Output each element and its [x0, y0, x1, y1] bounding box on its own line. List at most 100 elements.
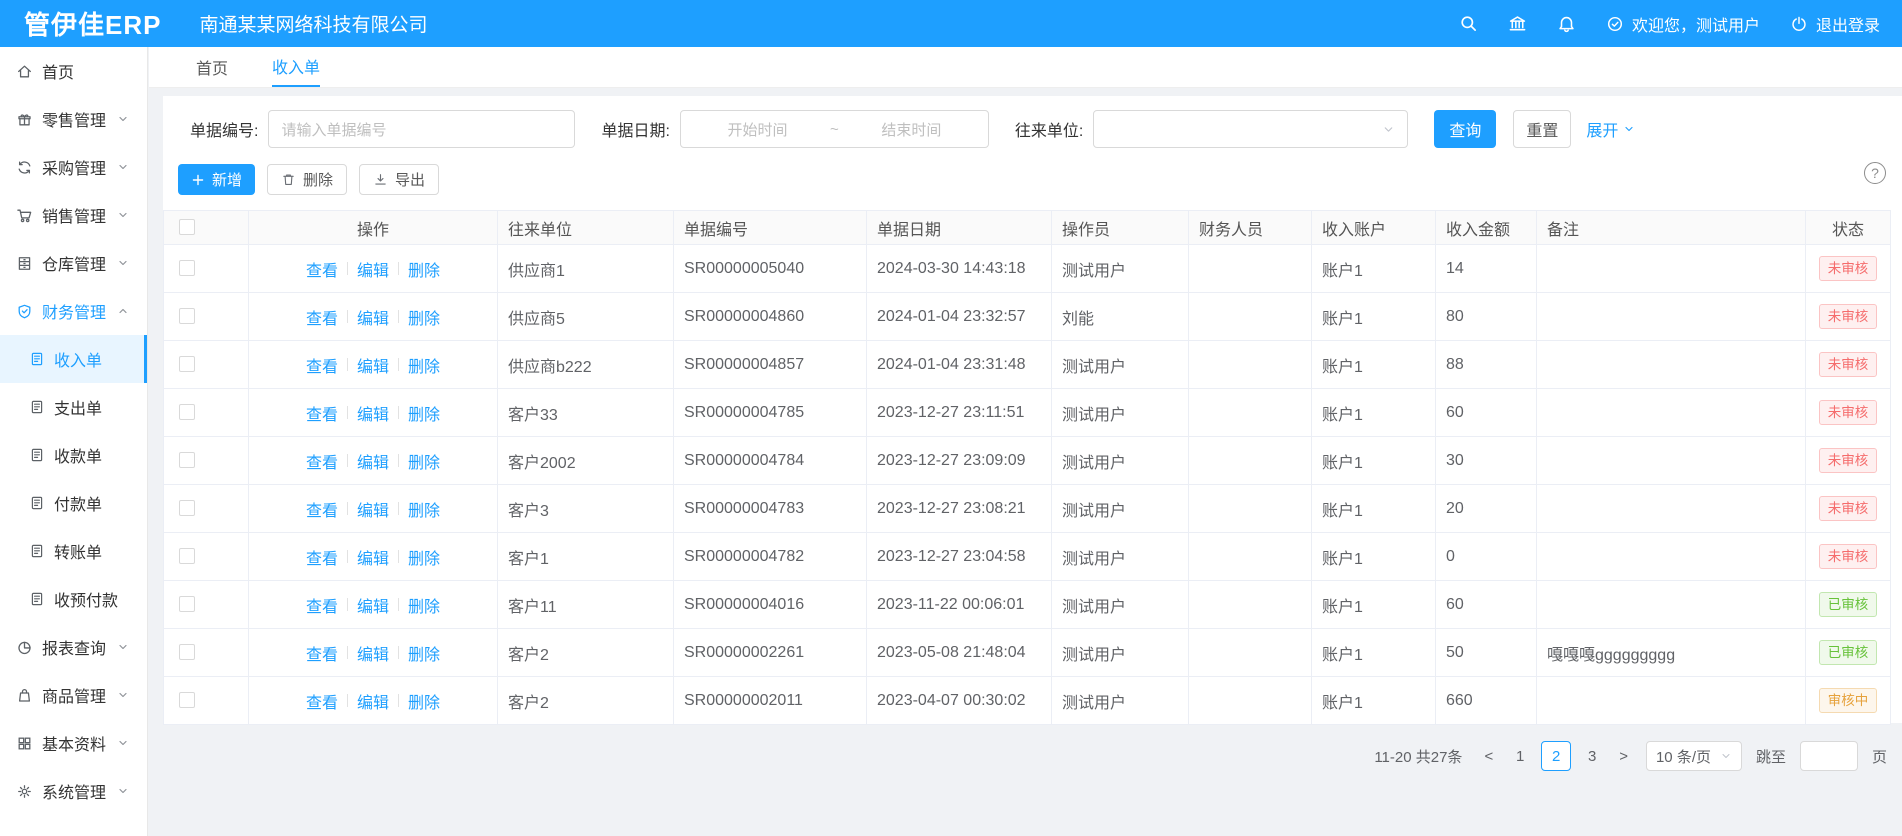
cell-finance — [1189, 293, 1312, 341]
view-link[interactable]: 查看 — [306, 641, 338, 665]
row-checkbox[interactable] — [179, 404, 195, 420]
edit-link[interactable]: 编辑 — [357, 593, 389, 617]
sidebar-item-warehouse[interactable]: 仓库管理 — [0, 239, 147, 287]
status-badge: 未审核 — [1819, 400, 1878, 426]
partner-select[interactable] — [1093, 110, 1408, 148]
sidebar-item-home[interactable]: 首页 — [0, 47, 147, 95]
row-checkbox[interactable] — [179, 692, 195, 708]
help-button[interactable]: ? — [1864, 162, 1886, 184]
edit-link[interactable]: 编辑 — [357, 257, 389, 281]
sidebar-item-reports[interactable]: 报表查询 — [0, 623, 147, 671]
tab-home[interactable]: 首页 — [196, 47, 228, 87]
search-button[interactable]: 查询 — [1434, 110, 1496, 148]
edit-link[interactable]: 编辑 — [357, 305, 389, 329]
edit-link[interactable]: 编辑 — [357, 353, 389, 377]
cell-code: SR00000002011 — [674, 677, 867, 725]
row-checkbox[interactable] — [179, 644, 195, 660]
code-filter-input[interactable]: 请输入单据编号 — [268, 110, 575, 148]
logout-button[interactable]: 退出登录 — [1790, 12, 1880, 36]
page-2-button[interactable]: 2 — [1541, 741, 1571, 771]
view-link[interactable]: 查看 — [306, 353, 338, 377]
view-link[interactable]: 查看 — [306, 689, 338, 713]
cell-finance — [1189, 341, 1312, 389]
sidebar-item-transfer-receipt[interactable]: 转账单 — [0, 527, 147, 575]
view-link[interactable]: 查看 — [306, 401, 338, 425]
sidebar-item-sales[interactable]: 销售管理 — [0, 191, 147, 239]
row-checkbox[interactable] — [179, 500, 195, 516]
view-link[interactable]: 查看 — [306, 449, 338, 473]
sidebar-item-payment-receipt[interactable]: 付款单 — [0, 479, 147, 527]
row-checkbox[interactable] — [179, 548, 195, 564]
sidebar: 首页 零售管理 采购管理 销售管理 仓库管理 财务管理 收入单 支出单 收款单 — [0, 47, 148, 836]
delete-link[interactable]: 删除 — [408, 497, 440, 521]
view-link[interactable]: 查看 — [306, 593, 338, 617]
page-size-select[interactable]: 10 条/页 — [1646, 741, 1742, 771]
cell-note — [1537, 389, 1806, 437]
cell-note — [1537, 677, 1806, 725]
sidebar-item-basic-data[interactable]: 基本资料 — [0, 719, 147, 767]
delete-link[interactable]: 删除 — [408, 545, 440, 569]
sidebar-item-system[interactable]: 系统管理 — [0, 767, 147, 815]
page-1-button[interactable]: 1 — [1505, 741, 1535, 771]
user-menu[interactable]: 欢迎您，测试用户 — [1606, 12, 1760, 36]
next-page-button[interactable]: > — [1613, 748, 1634, 765]
sidebar-item-collection-receipt[interactable]: 收款单 — [0, 431, 147, 479]
edit-link[interactable]: 编辑 — [357, 401, 389, 425]
cell-partner: 供应商b222 — [498, 341, 674, 389]
row-checkbox[interactable] — [179, 308, 195, 324]
grid-icon — [16, 735, 33, 752]
col-partner: 往来单位 — [498, 211, 674, 245]
pie-chart-icon — [16, 639, 33, 656]
view-link[interactable]: 查看 — [306, 257, 338, 281]
view-link[interactable]: 查看 — [306, 305, 338, 329]
table-row: 查看编辑删除 客户2 SR00000002011 2023-04-07 00:3… — [164, 677, 1891, 725]
edit-link[interactable]: 编辑 — [357, 449, 389, 473]
edit-link[interactable]: 编辑 — [357, 545, 389, 569]
edit-link[interactable]: 编辑 — [357, 497, 389, 521]
expand-link[interactable]: 展开 — [1586, 117, 1635, 141]
delete-link[interactable]: 删除 — [408, 401, 440, 425]
page-3-button[interactable]: 3 — [1577, 741, 1607, 771]
cell-code: SR00000004782 — [674, 533, 867, 581]
view-link[interactable]: 查看 — [306, 545, 338, 569]
sidebar-item-purchase[interactable]: 采购管理 — [0, 143, 147, 191]
export-button[interactable]: 导出 — [359, 164, 439, 195]
cell-date: 2023-12-27 23:11:51 — [867, 389, 1052, 437]
delete-link[interactable]: 删除 — [408, 689, 440, 713]
cell-operator: 测试用户 — [1052, 581, 1189, 629]
sidebar-item-expense-receipt[interactable]: 支出单 — [0, 383, 147, 431]
row-checkbox[interactable] — [179, 596, 195, 612]
delete-link[interactable]: 删除 — [408, 305, 440, 329]
row-checkbox[interactable] — [179, 260, 195, 276]
jump-to-input[interactable] — [1800, 741, 1858, 771]
pagination-summary: 11-20 共27条 — [1374, 746, 1462, 767]
tab-income-receipt[interactable]: 收入单 — [272, 47, 320, 87]
view-link[interactable]: 查看 — [306, 497, 338, 521]
date-range-input[interactable]: 开始时间 ~ 结束时间 — [680, 110, 989, 148]
sidebar-item-retail[interactable]: 零售管理 — [0, 95, 147, 143]
delete-button[interactable]: 删除 — [267, 164, 347, 195]
delete-link[interactable]: 删除 — [408, 449, 440, 473]
sidebar-item-advance-receipt[interactable]: 收预付款 — [0, 575, 147, 623]
delete-link[interactable]: 删除 — [408, 257, 440, 281]
sidebar-item-goods[interactable]: 商品管理 — [0, 671, 147, 719]
col-amount: 收入金额 — [1436, 211, 1537, 245]
sidebar-item-finance[interactable]: 财务管理 — [0, 287, 147, 335]
edit-link[interactable]: 编辑 — [357, 689, 389, 713]
sidebar-item-income-receipt[interactable]: 收入单 — [0, 335, 147, 383]
delete-link[interactable]: 删除 — [408, 593, 440, 617]
reset-button[interactable]: 重置 — [1513, 110, 1571, 148]
bank-icon[interactable] — [1508, 14, 1527, 33]
prev-page-button[interactable]: < — [1478, 748, 1499, 765]
search-icon[interactable] — [1459, 14, 1478, 33]
delete-link[interactable]: 删除 — [408, 641, 440, 665]
row-checkbox[interactable] — [179, 356, 195, 372]
status-badge: 未审核 — [1819, 256, 1878, 282]
row-checkbox[interactable] — [179, 452, 195, 468]
edit-link[interactable]: 编辑 — [357, 641, 389, 665]
add-button[interactable]: 新增 — [178, 164, 255, 195]
select-all-checkbox[interactable] — [179, 219, 195, 235]
delete-link[interactable]: 删除 — [408, 353, 440, 377]
bell-icon[interactable] — [1557, 14, 1576, 33]
cell-amount: 20 — [1436, 485, 1537, 533]
